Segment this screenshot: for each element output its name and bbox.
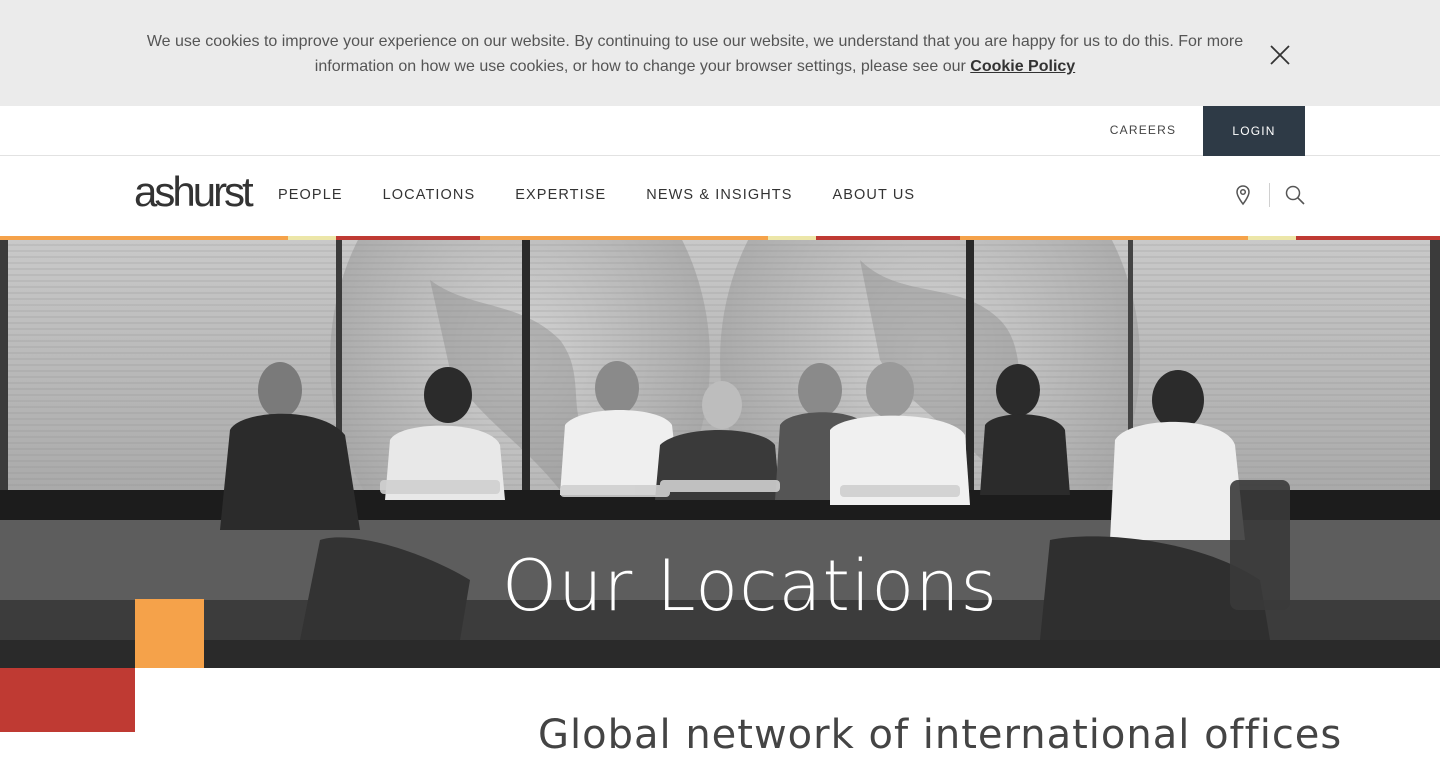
intro-heading: Global network of international offices: [538, 712, 1343, 758]
hero-image: Our Locations: [0, 240, 1440, 668]
login-button[interactable]: LOGIN: [1203, 106, 1305, 156]
nav-item-expertise[interactable]: EXPERTISE: [515, 156, 606, 236]
main-navigation: ashurst PEOPLE LOCATIONS EXPERTISE NEWS …: [0, 156, 1440, 236]
cookie-banner: We use cookies to improve your experienc…: [0, 0, 1440, 106]
search-icon[interactable]: [1284, 184, 1306, 206]
nav-item-about-us[interactable]: ABOUT US: [833, 156, 916, 236]
nav-item-locations[interactable]: LOCATIONS: [383, 156, 476, 236]
nav-item-people[interactable]: PEOPLE: [278, 156, 343, 236]
close-icon[interactable]: [1266, 41, 1294, 69]
map-pin-icon[interactable]: [1232, 184, 1254, 206]
decorative-red-block: [0, 668, 135, 732]
utility-bar: CAREERS LOGIN: [0, 106, 1440, 156]
cookie-message: We use cookies to improve your experienc…: [130, 29, 1260, 79]
page-title: Our Locations: [501, 545, 999, 627]
cookie-policy-link[interactable]: Cookie Policy: [970, 58, 1075, 75]
careers-link[interactable]: CAREERS: [1100, 106, 1186, 155]
decorative-orange-square: [135, 599, 204, 668]
nav-divider: [1269, 183, 1270, 207]
nav-item-news-insights[interactable]: NEWS & INSIGHTS: [646, 156, 792, 236]
nav-menu: PEOPLE LOCATIONS EXPERTISE NEWS & INSIGH…: [278, 156, 955, 236]
ashurst-logo[interactable]: ashurst: [134, 168, 254, 216]
cookie-message-text: We use cookies to improve your experienc…: [146, 33, 1244, 75]
